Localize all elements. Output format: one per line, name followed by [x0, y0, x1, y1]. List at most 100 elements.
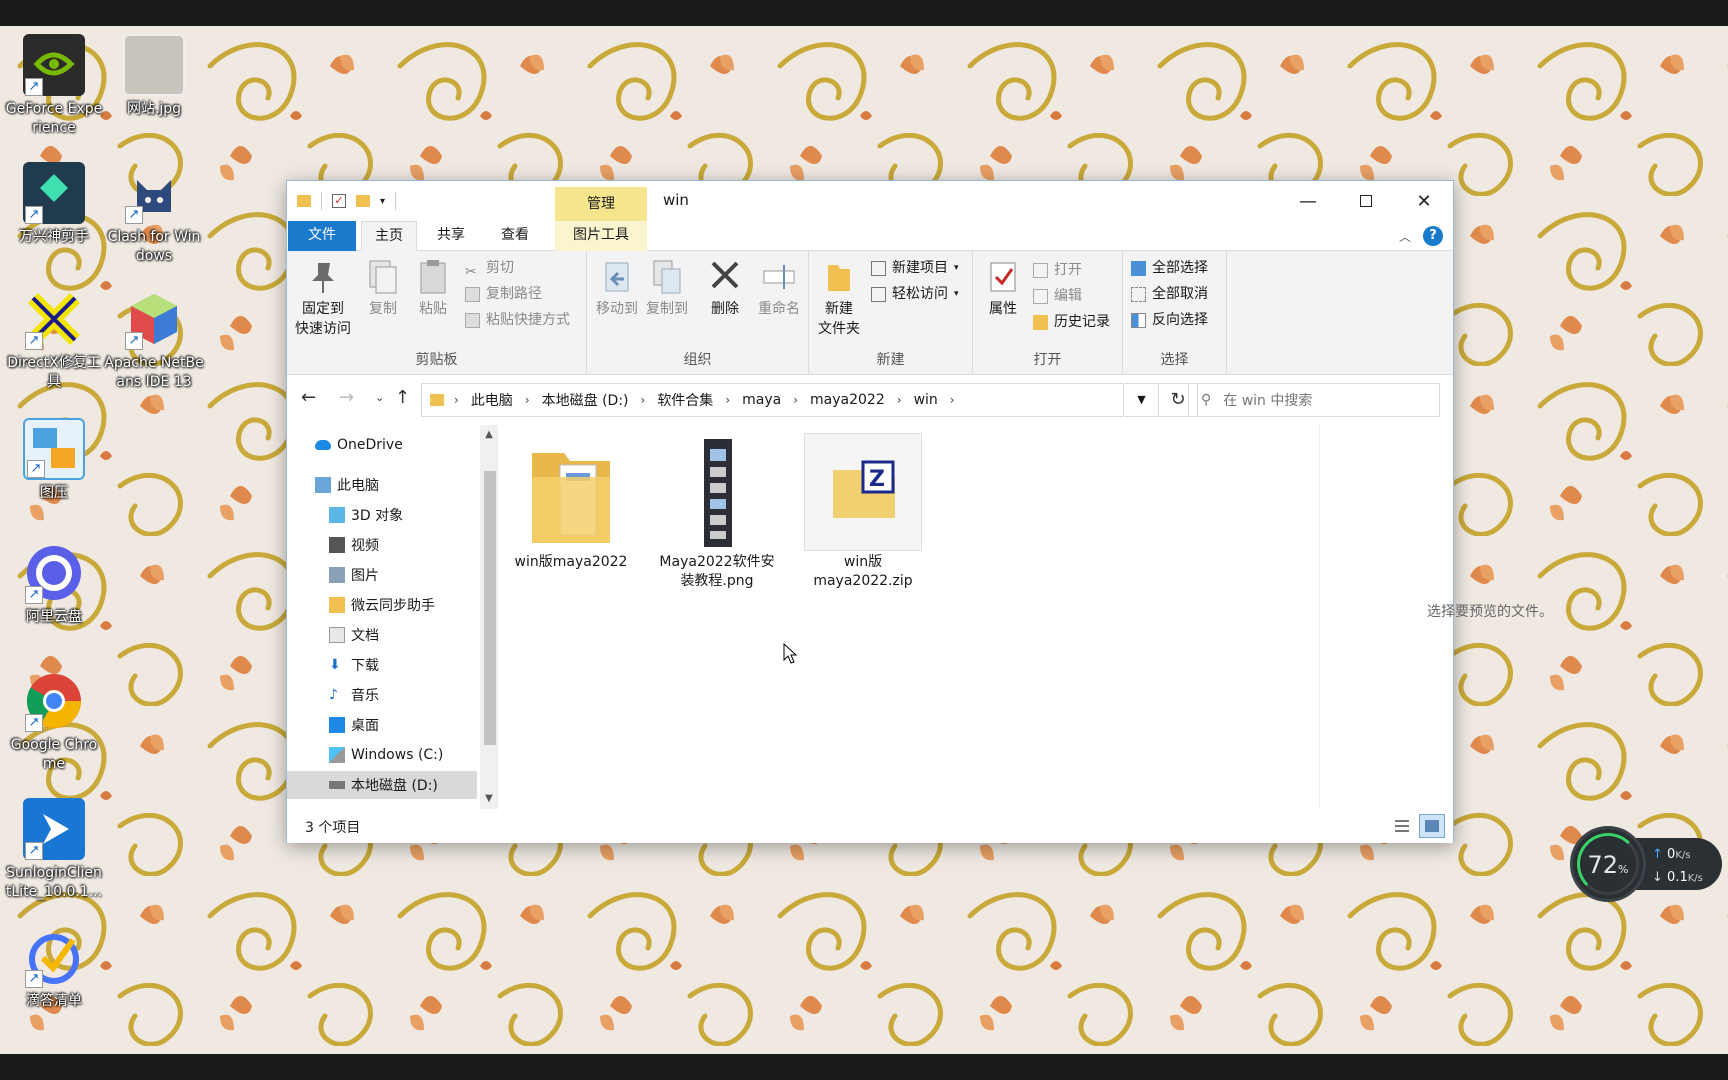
invert-selection-button[interactable]: 反向选择 — [1131, 309, 1208, 331]
chevron-right-icon[interactable]: › — [950, 393, 955, 407]
file-item-png[interactable]: Maya2022软件安装教程.png — [657, 433, 777, 591]
nav-item-documents[interactable]: 文档 — [287, 621, 477, 649]
breadcrumb-software[interactable]: 软件合集 — [657, 390, 713, 410]
recent-locations-chevron-icon[interactable]: ⌄ — [375, 391, 384, 404]
address-history-dropdown[interactable]: ▼ — [1125, 383, 1159, 417]
cat-icon: ↗ — [123, 162, 185, 224]
item-count: 3 个项目 — [305, 820, 361, 836]
desktop-icon-ticktick[interactable]: ↗ 滴答清单 — [4, 926, 104, 1011]
copy-icon — [366, 259, 400, 295]
nav-item-label: Windows (C:) — [351, 747, 444, 763]
history-button[interactable]: 历史记录 — [1033, 311, 1110, 333]
file-item-zip[interactable]: Z win版maya2022.zip — [803, 433, 923, 591]
quick-access-toolbar: ✓ ▾ — [297, 192, 397, 210]
copy-button[interactable]: 复制 — [357, 257, 409, 319]
folder-icon — [297, 195, 311, 207]
chevron-right-icon[interactable]: › — [793, 393, 798, 407]
details-view-icon[interactable] — [1389, 814, 1415, 838]
tab-file[interactable]: 文件 — [288, 221, 356, 251]
properties-check-icon[interactable]: ✓ — [332, 194, 346, 208]
chevron-right-icon[interactable]: › — [525, 393, 530, 407]
scissors-icon: ✂ — [465, 263, 477, 280]
scroll-thumb[interactable] — [484, 471, 496, 745]
paste-button[interactable]: 粘贴 — [407, 257, 459, 319]
maximize-button[interactable] — [1337, 181, 1395, 221]
nav-item-label: 桌面 — [351, 718, 379, 734]
copy-path-button[interactable]: 复制路径 — [465, 283, 542, 305]
large-icons-view-icon[interactable] — [1419, 814, 1445, 838]
breadcrumb-this-pc[interactable]: 此电脑 — [471, 390, 513, 410]
cut-button[interactable]: ✂ 剪切 — [465, 257, 514, 280]
rename-button[interactable]: 重命名 — [753, 257, 805, 319]
new-folder-button[interactable]: 新建 文件夹 — [813, 257, 865, 339]
open-label: 打开 — [1054, 262, 1082, 278]
nav-item-desktop[interactable]: 桌面 — [287, 711, 477, 739]
customize-toolbar-dropdown-icon[interactable]: ▾ — [380, 196, 385, 207]
desktop-icon-aliyun[interactable]: ↗ 阿里云盘 — [4, 542, 104, 627]
close-button[interactable]: ✕ — [1395, 181, 1453, 221]
nav-item-windows-c[interactable]: Windows (C:) — [287, 741, 477, 769]
select-all-button[interactable]: 全部选择 — [1131, 257, 1208, 279]
breadcrumb-drive-d[interactable]: 本地磁盘 (D:) — [542, 390, 629, 410]
new-folder-icon[interactable] — [356, 195, 370, 207]
scroll-down-icon[interactable]: ▼ — [480, 789, 498, 809]
scroll-up-icon[interactable]: ▲ — [480, 425, 498, 445]
chevron-right-icon[interactable]: › — [725, 393, 730, 407]
nav-item-videos[interactable]: 视频 — [287, 531, 477, 559]
up-arrow-icon[interactable]: ↑ — [395, 387, 410, 408]
file-item-folder[interactable]: win版maya2022 — [511, 433, 631, 572]
breadcrumb-maya[interactable]: maya — [742, 392, 781, 408]
delete-button[interactable]: 删除 — [699, 257, 751, 319]
tab-manage-context[interactable]: 管理 — [555, 187, 647, 221]
forward-arrow-icon[interactable]: → — [339, 387, 354, 408]
properties-button[interactable]: 属性 — [977, 257, 1029, 319]
select-none-button[interactable]: 全部取消 — [1131, 283, 1208, 305]
desktop-icon-clash[interactable]: ↗ Clash for Windows — [104, 162, 204, 266]
network-monitor-widget[interactable]: ↑ 0K/s ↓ 0.1K/s 72% — [1570, 826, 1722, 902]
chevron-right-icon[interactable]: › — [641, 393, 646, 407]
address-bar[interactable]: › 此电脑 › 本地磁盘 (D:) › 软件合集 › maya › maya20… — [421, 383, 1124, 417]
pin-quick-access-button[interactable]: 固定到 快速访问 — [293, 257, 353, 339]
nav-item-pictures[interactable]: 图片 — [287, 561, 477, 589]
tab-picture-tools[interactable]: 图片工具 — [555, 221, 647, 251]
desktop-icon-chrome[interactable]: ↗ Google Chrome — [4, 670, 104, 774]
edit-button[interactable]: 编辑 — [1033, 285, 1082, 307]
chevron-right-icon[interactable]: › — [897, 393, 902, 407]
desktop-icon-netbeans[interactable]: ↗ Apache NetBeans IDE 13 — [104, 288, 204, 392]
help-icon[interactable]: ? — [1423, 226, 1443, 246]
tab-view[interactable]: 查看 — [487, 221, 543, 251]
nav-item-weiyun[interactable]: 微云同步助手 — [287, 591, 477, 619]
paste-shortcut-button[interactable]: 粘贴快捷方式 — [465, 309, 570, 331]
tab-home[interactable]: 主页 — [361, 221, 417, 251]
desktop-icon-website-jpg[interactable]: 网站.jpg — [104, 34, 204, 119]
minimize-button[interactable]: — — [1279, 181, 1337, 221]
nav-item-downloads[interactable]: ⬇ 下载 — [287, 651, 477, 679]
nav-item-label: 图片 — [351, 568, 379, 584]
new-item-button[interactable]: 新建项目 ▾ — [871, 257, 959, 279]
breadcrumb-maya2022[interactable]: maya2022 — [810, 392, 885, 408]
nav-scrollbar[interactable]: ▲ ▼ — [480, 425, 498, 809]
search-box[interactable]: ⚲ 在 win 中搜索 — [1188, 383, 1440, 417]
easy-access-button[interactable]: 轻松访问 ▾ — [871, 283, 959, 305]
chevron-right-icon[interactable]: › — [454, 393, 459, 407]
svg-text:Z: Z — [869, 467, 885, 492]
desktop-icon-label: Google Chrome — [10, 737, 98, 772]
collapse-ribbon-chevron-icon[interactable]: ︿ — [1399, 228, 1411, 245]
desktop-icon-filmora[interactable]: ↗ 万兴神剪手 — [4, 162, 104, 247]
breadcrumb-win[interactable]: win — [914, 392, 938, 408]
nav-item-this-pc[interactable]: 此电脑 — [287, 471, 477, 499]
nav-item-onedrive[interactable]: OneDrive — [287, 431, 477, 459]
desktop-icon-tuya[interactable]: ↗ 图压 — [4, 418, 104, 503]
minimize-icon: — — [1299, 190, 1317, 212]
nav-item-music[interactable]: ♪ 音乐 — [287, 681, 477, 709]
tab-share[interactable]: 共享 — [423, 221, 479, 251]
desktop-icon-geforce[interactable]: ↗ GeForce Experience — [4, 34, 104, 138]
nav-item-drive-d[interactable]: 本地磁盘 (D:) — [287, 771, 477, 799]
back-arrow-icon[interactable]: ← — [301, 387, 316, 408]
nav-item-3d-objects[interactable]: 3D 对象 — [287, 501, 477, 529]
open-button[interactable]: 打开 — [1033, 259, 1082, 281]
desktop-icon-directx[interactable]: ↗ DirectX修复工具 — [4, 288, 104, 392]
move-to-button[interactable]: 移动到 — [591, 257, 643, 319]
copy-to-button[interactable]: 复制到 — [641, 257, 693, 319]
desktop-icon-sunlogin[interactable]: ↗ SunloginClientLite_10.0.1... — [4, 798, 104, 902]
